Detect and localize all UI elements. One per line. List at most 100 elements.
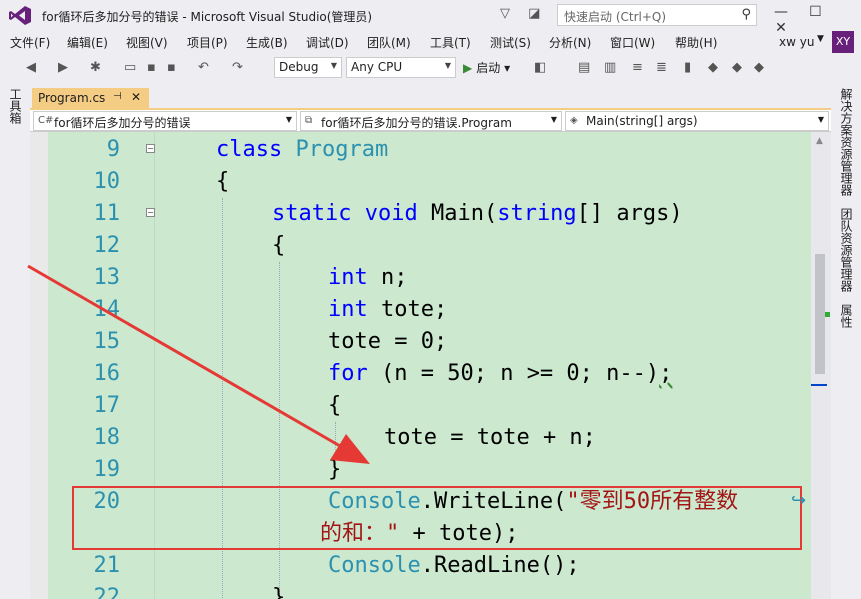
platform-value: Any CPU <box>351 60 403 74</box>
open-file-icon[interactable]: ▭ <box>124 60 136 75</box>
scroll-up-icon[interactable]: ▲ <box>816 136 823 146</box>
menu-file[interactable]: 文件(F) <box>10 34 50 51</box>
menu-view[interactable]: 视图(V) <box>126 34 168 51</box>
project-dropdown[interactable]: C# for循环后多加分号的错误 ▼ <box>33 111 297 131</box>
tab-program-cs[interactable]: Program.cs ⊣ ✕ <box>32 88 149 110</box>
save-icon[interactable]: ▪ <box>147 60 156 75</box>
collapse-icon[interactable]: − <box>146 144 155 153</box>
keyword: int <box>328 265 368 290</box>
pin-icon[interactable]: ⊣ <box>113 91 122 102</box>
warning-squiggle[interactable]: ; <box>659 361 672 386</box>
code-text: n; <box>367 265 408 290</box>
browser-link-icon[interactable]: ◧ <box>534 60 546 75</box>
prev-bookmark-icon[interactable]: ◆ <box>708 60 718 75</box>
chevron-down-icon: ▼ <box>285 115 292 124</box>
next-bookmark-icon[interactable]: ◆ <box>732 60 742 75</box>
platform-select[interactable]: Any CPU ▼ <box>346 57 456 78</box>
line-number: 14 <box>93 297 121 322</box>
line-number: 9 <box>106 137 120 162</box>
menu-help[interactable]: 帮助(H) <box>675 34 717 51</box>
avatar[interactable]: XY <box>832 31 854 53</box>
chevron-down-icon: ▼ <box>550 115 557 124</box>
notifications-icon[interactable]: ◪ <box>528 6 540 21</box>
redo-icon[interactable]: ↷ <box>232 60 243 75</box>
code-line-9[interactable]: class Program <box>216 134 388 166</box>
bookmark-icon[interactable]: ▮ <box>684 60 691 75</box>
step-icon[interactable]: ▤ <box>578 60 590 75</box>
menu-tools[interactable]: 工具(T) <box>430 34 471 51</box>
properties-tab[interactable]: 属性 <box>838 304 855 328</box>
team-explorer-tab[interactable]: 团队资源管理器 <box>838 208 855 292</box>
chevron-down-icon[interactable]: ▼ <box>817 34 824 44</box>
menu-debug[interactable]: 调试(D) <box>306 34 349 51</box>
new-project-icon[interactable]: ✱ <box>90 60 101 75</box>
back-icon[interactable]: ◀ <box>26 60 36 75</box>
right-tool-strip: 解决方案资源管理器 团队资源管理器 属性 <box>831 82 861 599</box>
format-icon[interactable]: ▥ <box>604 60 616 75</box>
line-number: 21 <box>93 553 121 578</box>
menu-edit[interactable]: 编辑(E) <box>67 34 108 51</box>
code-line-16[interactable]: for (n = 50; n >= 0; n--); <box>328 358 672 390</box>
maximize-button[interactable]: ☐ <box>800 4 830 20</box>
quick-launch-input[interactable]: 快速启动 (Ctrl+Q) ⚲ <box>557 4 757 26</box>
line-number: 11 <box>93 201 121 226</box>
line-number: 13 <box>93 265 121 290</box>
configuration-select[interactable]: Debug ▼ <box>274 57 342 78</box>
indent-guide <box>335 422 336 454</box>
line-number: 15 <box>93 329 121 354</box>
collapse-icon[interactable]: − <box>146 208 155 217</box>
code-line-10[interactable]: { <box>216 166 229 198</box>
toolbox-tab[interactable]: 工具箱 <box>7 88 24 124</box>
vertical-scrollbar[interactable]: ▲ <box>811 132 831 599</box>
code-text: .ReadLine(); <box>420 553 580 578</box>
code-text: [] args) <box>576 201 683 226</box>
code-line-15[interactable]: tote = 0; <box>328 326 447 358</box>
minimize-button[interactable]: — <box>766 4 796 20</box>
menu-window[interactable]: 窗口(W) <box>610 34 655 51</box>
indicator-margin[interactable] <box>30 132 48 599</box>
line-number: 10 <box>93 169 121 194</box>
comment-icon[interactable]: ≡ <box>632 60 643 75</box>
code-line-17[interactable]: { <box>328 390 341 422</box>
search-icon[interactable]: ⚲ <box>741 7 751 22</box>
menu-analyze[interactable]: 分析(N) <box>549 34 591 51</box>
scroll-thumb[interactable] <box>815 254 825 374</box>
menu-project[interactable]: 项目(P) <box>187 34 228 51</box>
close-icon[interactable]: ✕ <box>131 90 141 104</box>
code-line-18[interactable]: tote = tote + n; <box>384 422 596 454</box>
scroll-warning-marker <box>825 312 830 317</box>
clear-bookmark-icon[interactable]: ◆ <box>754 60 764 75</box>
code-line-22[interactable]: } <box>272 582 285 599</box>
forward-icon[interactable]: ▶ <box>58 60 68 75</box>
chevron-down-icon: ▼ <box>817 115 824 124</box>
solution-explorer-tab[interactable]: 解决方案资源管理器 <box>838 88 855 196</box>
code-line-21[interactable]: Console.ReadLine(); <box>328 550 580 582</box>
code-line-13[interactable]: int n; <box>328 262 408 294</box>
member-name: Main(string[] args) <box>586 114 698 128</box>
left-tool-strip: 工具箱 <box>0 82 30 599</box>
user-name[interactable]: xw yu <box>779 35 814 49</box>
code-line-12[interactable]: { <box>272 230 285 262</box>
code-line-11[interactable]: static void Main(string[] args) <box>272 198 683 230</box>
navigation-bar: C# for循环后多加分号的错误 ▼ ⧉ for循环后多加分号的错误.Progr… <box>30 110 831 132</box>
save-all-icon[interactable]: ▪ <box>167 60 176 75</box>
word-wrap-icon: ↪ <box>791 490 807 511</box>
filter-icon[interactable]: ▽ <box>500 6 510 21</box>
class-dropdown[interactable]: ⧉ for循环后多加分号的错误.Program ▼ <box>300 111 562 131</box>
undo-icon[interactable]: ↶ <box>198 60 209 75</box>
menu-test[interactable]: 测试(S) <box>490 34 531 51</box>
chevron-down-icon: ▼ <box>330 61 337 70</box>
code-text: tote; <box>367 297 448 322</box>
uncomment-icon[interactable]: ≣ <box>656 60 667 75</box>
start-label: 启动 <box>476 61 501 75</box>
keyword: static <box>272 201 352 226</box>
menu-team[interactable]: 团队(M) <box>367 34 411 51</box>
code-line-14[interactable]: int tote; <box>328 294 447 326</box>
menu-build[interactable]: 生成(B) <box>246 34 288 51</box>
start-button[interactable]: ▶ 启动 ▾ <box>463 59 510 76</box>
member-dropdown[interactable]: ◈ Main(string[] args) ▼ <box>565 111 829 131</box>
visual-studio-logo-icon <box>9 6 31 25</box>
quick-launch-placeholder: 快速启动 (Ctrl+Q) <box>564 10 667 24</box>
type-name: Program <box>295 137 389 162</box>
code-line-19[interactable]: } <box>328 454 341 486</box>
